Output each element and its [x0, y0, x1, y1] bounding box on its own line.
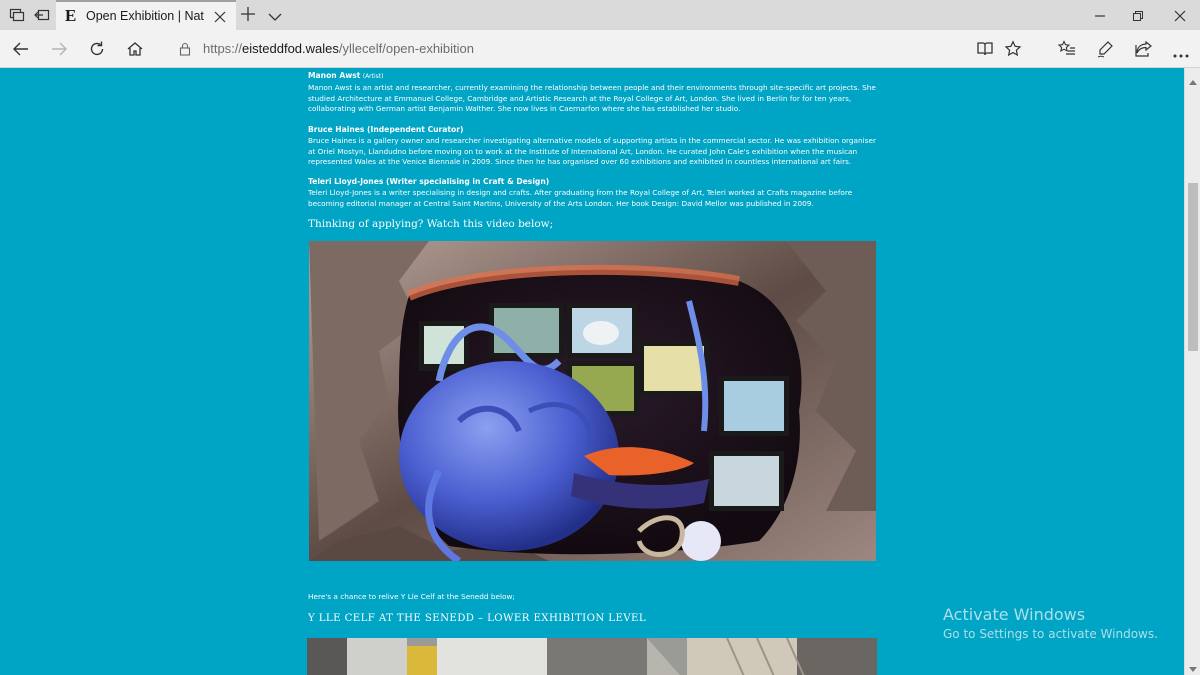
more-icon[interactable] [1172, 46, 1190, 64]
tab-title: Open Exhibition | National Eisteddfod [86, 9, 204, 23]
share-icon[interactable] [1134, 40, 1152, 63]
judge-entry: Teleri Lloyd-Jones (Writer specialising … [308, 177, 878, 209]
exhibition-video-player[interactable] [309, 241, 876, 561]
site-favicon-icon: E [65, 6, 77, 25]
address-bar[interactable]: https://eisteddfod.wales/yllecelf/open-e… [168, 35, 1030, 63]
favorites-hub-icon[interactable] [1057, 40, 1076, 63]
reading-view-icon[interactable] [976, 40, 994, 63]
pen-icon[interactable] [1096, 40, 1114, 63]
url-scheme: https:// [203, 41, 243, 56]
back-icon[interactable] [12, 40, 30, 63]
page-scrollbar[interactable] [1184, 68, 1200, 675]
tab-groups-icon[interactable] [9, 7, 25, 23]
home-icon[interactable] [126, 40, 144, 63]
back-to-tabs-icon[interactable] [34, 7, 50, 23]
active-tab[interactable]: E Open Exhibition | National Eisteddfod [56, 0, 236, 30]
url-path: /yllecelf/open-exhibition [338, 41, 475, 56]
judge-name: Teleri Lloyd-Jones (Writer specialising … [308, 177, 550, 186]
watermark-subtitle: Go to Settings to activate Windows. [943, 627, 1158, 641]
judge-name: Bruce Haines (Independent Curator) [308, 125, 464, 134]
judge-bio: Manon Awst is an artist and researcher, … [308, 82, 876, 114]
lock-icon[interactable] [179, 42, 191, 61]
judge-entry: Manon Awst (Artist) Manon Awst is an art… [308, 71, 878, 115]
url-host: eisteddfod.wales [242, 41, 339, 56]
section-heading: Y LLE CELF AT THE SENEDD – LOWER EXHIBIT… [308, 613, 647, 624]
relive-note: Here's a chance to relive Y Lle Celf at … [308, 592, 515, 601]
judge-role: (Artist) [362, 73, 384, 80]
browser-tab-bar: E Open Exhibition | National Eisteddfod [0, 0, 1200, 30]
video-prompt: Thinking of applying? Watch this video b… [308, 218, 554, 230]
judge-bio: Teleri Lloyd-Jones is a writer specialis… [308, 187, 853, 208]
browser-toolbar: https://eisteddfod.wales/yllecelf/open-e… [0, 30, 1200, 68]
watermark-title: Activate Windows [943, 605, 1086, 624]
senedd-video-player[interactable] [307, 638, 877, 675]
scrollbar-thumb[interactable] [1188, 183, 1198, 351]
activation-watermark: Activate Windows Go to Settings to activ… [943, 605, 1158, 641]
close-window-icon[interactable] [1174, 9, 1186, 27]
minimize-icon[interactable] [1094, 9, 1106, 27]
new-tab-icon[interactable] [240, 6, 256, 27]
refresh-icon[interactable] [88, 40, 106, 63]
url-text[interactable]: https://eisteddfod.wales/yllecelf/open-e… [203, 41, 474, 56]
scroll-up-icon[interactable] [1189, 72, 1197, 90]
page-viewport: Manon Awst (Artist) Manon Awst is an art… [0, 68, 1184, 675]
video-thumbnail [307, 638, 877, 675]
judge-entry: Bruce Haines (Independent Curator) Bruce… [308, 125, 878, 168]
scroll-down-icon[interactable] [1189, 660, 1197, 675]
restore-icon[interactable] [1132, 9, 1144, 27]
video-thumbnail [309, 241, 876, 561]
judge-name: Manon Awst [308, 71, 361, 80]
judge-bio: Bruce Haines is a gallery owner and rese… [308, 135, 876, 167]
favorite-star-icon[interactable] [1004, 40, 1022, 63]
forward-icon[interactable] [50, 40, 68, 63]
tab-list-chevron-icon[interactable] [268, 9, 282, 27]
close-tab-icon[interactable] [214, 10, 226, 28]
